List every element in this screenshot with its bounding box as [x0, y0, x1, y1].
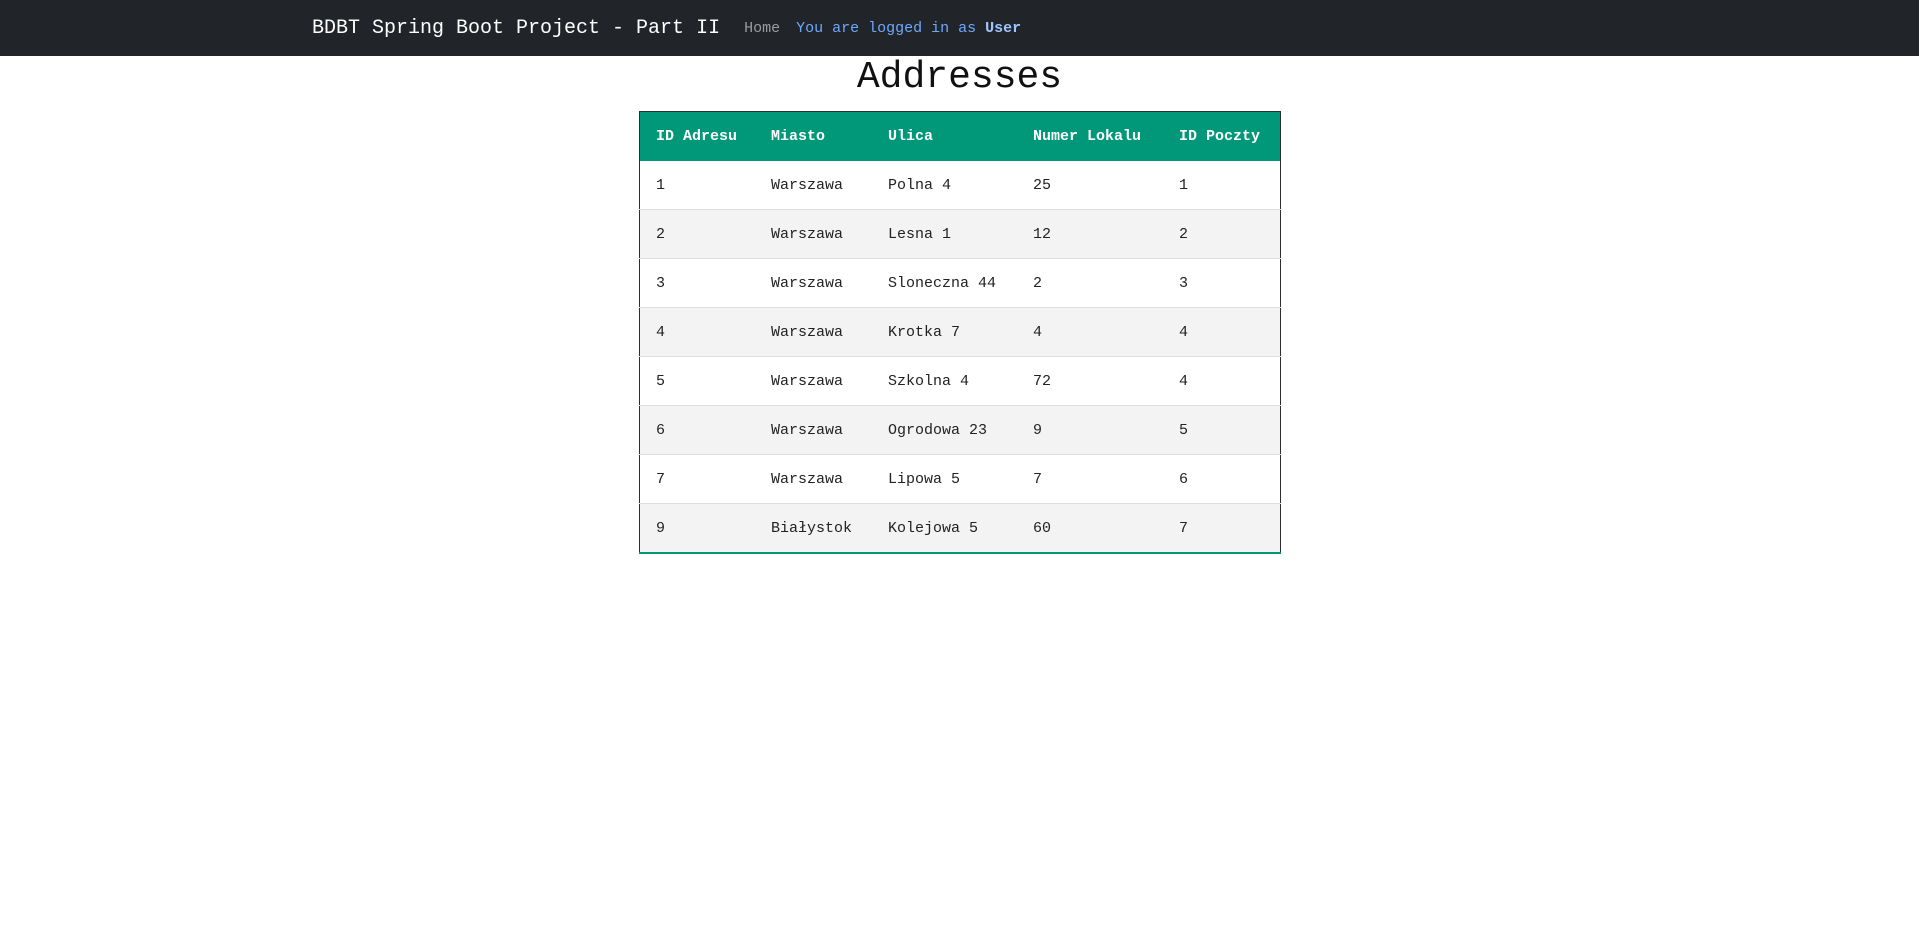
column-header-id-poczty: ID Poczty — [1179, 128, 1261, 145]
cell-miasto: Białystok — [755, 503, 872, 554]
cell-numer-lokalu: 12 — [1017, 209, 1163, 259]
cell-miasto: Warszawa — [755, 405, 872, 455]
table-body: 1 Warszawa Polna 4 25 1 2 Warszawa Lesna… — [639, 161, 1281, 554]
cell-miasto: Warszawa — [755, 454, 872, 504]
cell-id-adresu: 9 — [639, 503, 755, 554]
table-row: 3 Warszawa Sloneczna 44 2 3 — [639, 258, 1281, 308]
cell-ulica: Krotka 7 — [872, 307, 1017, 357]
column-header-id-adresu: ID Adresu — [656, 128, 738, 145]
cell-numer-lokalu: 9 — [1017, 405, 1163, 455]
login-status: You are logged in as User — [796, 20, 1021, 37]
cell-id-adresu: 7 — [639, 454, 755, 504]
cell-id-poczty: 7 — [1163, 503, 1281, 554]
column-header-miasto: Miasto — [771, 128, 826, 145]
table-header-row: ID Adresu Miasto Ulica Numer Lokalu ID P… — [639, 111, 1281, 161]
cell-id-poczty: 5 — [1163, 405, 1281, 455]
addresses-table: ID Adresu Miasto Ulica Numer Lokalu ID P… — [639, 111, 1281, 554]
cell-miasto: Warszawa — [755, 307, 872, 357]
table-header: ID Adresu Miasto Ulica Numer Lokalu ID P… — [639, 111, 1281, 161]
cell-numer-lokalu: 2 — [1017, 258, 1163, 308]
table-row: 2 Warszawa Lesna 1 12 2 — [639, 209, 1281, 259]
table-row: 1 Warszawa Polna 4 25 1 — [639, 161, 1281, 210]
table-row: 9 Białystok Kolejowa 5 60 7 — [639, 503, 1281, 554]
cell-id-adresu: 1 — [639, 161, 755, 210]
cell-id-poczty: 6 — [1163, 454, 1281, 504]
cell-numer-lokalu: 4 — [1017, 307, 1163, 357]
cell-id-adresu: 3 — [639, 258, 755, 308]
cell-id-adresu: 6 — [639, 405, 755, 455]
cell-numer-lokalu: 25 — [1017, 161, 1163, 210]
table-row: 4 Warszawa Krotka 7 4 4 — [639, 307, 1281, 357]
cell-ulica: Polna 4 — [872, 161, 1017, 210]
navbar-content: BDBT Spring Boot Project - Part II Home … — [312, 0, 1021, 56]
cell-id-adresu: 4 — [639, 307, 755, 357]
cell-id-poczty: 1 — [1163, 161, 1281, 210]
cell-numer-lokalu: 7 — [1017, 454, 1163, 504]
cell-id-poczty: 4 — [1163, 307, 1281, 357]
cell-ulica: Sloneczna 44 — [872, 258, 1017, 308]
cell-numer-lokalu: 60 — [1017, 503, 1163, 554]
cell-id-adresu: 5 — [639, 356, 755, 406]
page-title: Addresses — [856, 56, 1063, 99]
table-row: 5 Warszawa Szkolna 4 72 4 — [639, 356, 1281, 406]
cell-miasto: Warszawa — [755, 209, 872, 259]
cell-numer-lokalu: 72 — [1017, 356, 1163, 406]
cell-ulica: Szkolna 4 — [872, 356, 1017, 406]
column-header-numer-lokalu: Numer Lokalu — [1033, 128, 1142, 145]
cell-miasto: Warszawa — [755, 258, 872, 308]
cell-miasto: Warszawa — [755, 356, 872, 406]
cell-id-adresu: 2 — [639, 209, 755, 259]
nav-link-home[interactable]: Home — [744, 20, 780, 37]
column-header-ulica: Ulica — [888, 128, 934, 145]
table-row: 6 Warszawa Ogrodowa 23 9 5 — [639, 405, 1281, 455]
cell-miasto: Warszawa — [755, 161, 872, 210]
cell-ulica: Lesna 1 — [872, 209, 1017, 259]
cell-id-poczty: 4 — [1163, 356, 1281, 406]
cell-ulica: Ogrodowa 23 — [872, 405, 1017, 455]
cell-ulica: Lipowa 5 — [872, 454, 1017, 504]
cell-id-poczty: 3 — [1163, 258, 1281, 308]
table-row: 7 Warszawa Lipowa 5 7 6 — [639, 454, 1281, 504]
addresses-table-container: ID Adresu Miasto Ulica Numer Lokalu ID P… — [639, 111, 1281, 554]
navbar: BDBT Spring Boot Project - Part II Home … — [0, 0, 1919, 56]
cell-id-poczty: 2 — [1163, 209, 1281, 259]
login-status-prefix: You are logged in as — [796, 19, 977, 37]
navbar-brand[interactable]: BDBT Spring Boot Project - Part II — [312, 17, 720, 40]
login-username: User — [985, 19, 1022, 37]
cell-ulica: Kolejowa 5 — [872, 503, 1017, 554]
